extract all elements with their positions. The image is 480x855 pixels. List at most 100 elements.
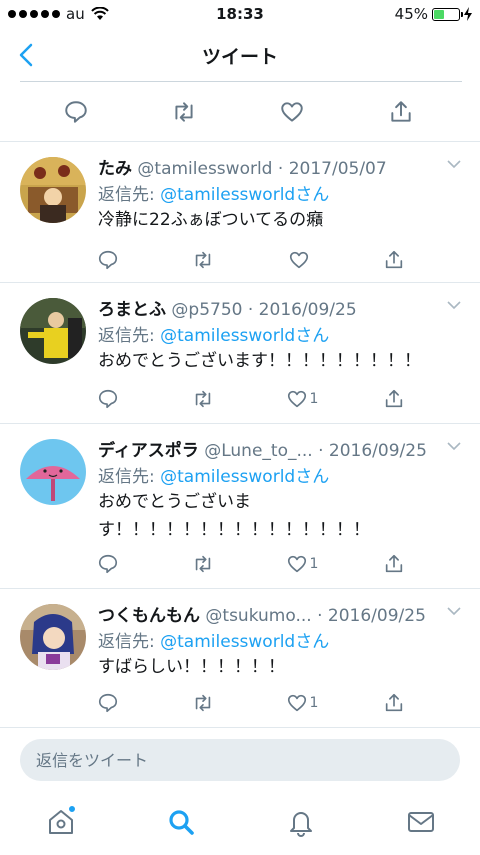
share-icon xyxy=(385,250,403,269)
battery-percent: 45% xyxy=(394,5,428,23)
main-tweet-actions xyxy=(0,82,480,142)
share-button[interactable] xyxy=(374,548,414,580)
status-bar: au 18:33 45% xyxy=(0,0,480,28)
like-button[interactable]: 1 xyxy=(282,383,322,415)
share-icon xyxy=(385,693,403,712)
heart-icon xyxy=(287,694,306,712)
reply-tweet[interactable]: ディアスポラ @Lune_to_... · 2016/09/25 返信先: @t… xyxy=(0,424,480,589)
share-icon xyxy=(391,101,411,122)
tweet-text: おめでとうございます！！！！！！！！！ xyxy=(98,351,421,371)
chevron-down-icon[interactable] xyxy=(446,299,462,311)
reply-composer xyxy=(20,739,460,781)
reply-tweet[interactable]: つくもんもん @tsukumo... · 2016/09/25 返信先: @ta… xyxy=(0,589,480,728)
retweet-icon xyxy=(195,555,211,573)
reply-to-link[interactable]: @tamilessworldさん xyxy=(160,185,329,205)
share-button[interactable] xyxy=(374,383,414,415)
reply-button[interactable] xyxy=(88,244,128,276)
comment-icon xyxy=(98,554,118,574)
reply-tweet[interactable]: ろまとふ @p5750 · 2016/09/25 返信先: @tamilessw… xyxy=(0,283,480,424)
nav-header: ツイート xyxy=(0,28,480,82)
tab-notifications[interactable] xyxy=(284,805,318,839)
reply-to-link[interactable]: @tamilessworldさん xyxy=(160,467,329,487)
tweet-text: すばらしい！！！！！！ xyxy=(98,657,285,677)
reply-tweet[interactable]: たみ @tamilessworld · 2017/05/07 返信先: @tam… xyxy=(0,142,480,283)
timestamp: · 2016/09/25 xyxy=(247,300,357,320)
like-count: 1 xyxy=(309,391,319,407)
avatar[interactable] xyxy=(20,298,86,364)
timestamp: · 2016/09/25 xyxy=(317,606,426,626)
share-icon xyxy=(385,389,403,408)
retweet-button[interactable] xyxy=(183,548,223,580)
reply-input[interactable] xyxy=(20,739,460,781)
display-name[interactable]: つくもんもん xyxy=(98,606,200,626)
tweet-actions: 1 xyxy=(0,548,480,582)
comment-icon xyxy=(98,693,118,713)
reply-to-line: 返信先: @tamilessworldさん xyxy=(98,180,329,205)
tab-search[interactable] xyxy=(164,805,198,839)
retweet-button[interactable] xyxy=(168,96,200,128)
bell-icon xyxy=(290,812,312,837)
retweet-icon xyxy=(195,251,211,269)
reply-button[interactable] xyxy=(60,96,92,128)
tweet-actions xyxy=(0,244,480,278)
tweet-text: 冷静に22ふぁぼついてるの癪 xyxy=(98,210,324,230)
retweet-button[interactable] xyxy=(183,383,223,415)
tweet-header: つくもんもん @tsukumo... · 2016/09/25 xyxy=(98,601,426,626)
status-right: 45% xyxy=(395,5,472,23)
like-button[interactable] xyxy=(276,96,308,128)
tab-bar xyxy=(0,795,480,855)
retweet-icon xyxy=(195,694,211,712)
charging-icon xyxy=(464,7,472,21)
like-button[interactable] xyxy=(280,244,320,276)
heart-icon xyxy=(287,390,306,408)
like-button[interactable]: 1 xyxy=(282,687,322,719)
username[interactable]: @tsukumo... xyxy=(205,606,311,626)
share-button[interactable] xyxy=(385,96,417,128)
reply-to-link[interactable]: @tamilessworldさん xyxy=(160,326,329,346)
comment-icon xyxy=(98,250,118,270)
reply-button[interactable] xyxy=(88,687,128,719)
like-count: 1 xyxy=(309,556,319,572)
chevron-down-icon[interactable] xyxy=(446,158,462,170)
tweet-actions: 1 xyxy=(0,383,480,417)
share-button[interactable] xyxy=(374,244,414,276)
reply-button[interactable] xyxy=(88,383,128,415)
reply-to-prefix: 返信先: xyxy=(98,467,161,487)
chevron-down-icon[interactable] xyxy=(446,605,462,617)
avatar[interactable] xyxy=(20,439,86,505)
username[interactable]: @tamilessworld xyxy=(137,159,272,179)
page-title: ツイート xyxy=(201,46,278,68)
share-button[interactable] xyxy=(374,687,414,719)
like-count: 1 xyxy=(309,695,319,711)
display-name[interactable]: ディアスポラ xyxy=(98,441,199,461)
display-name[interactable]: ろまとふ xyxy=(98,300,166,320)
display-name[interactable]: たみ xyxy=(98,159,132,179)
avatar[interactable] xyxy=(20,604,86,670)
tweet-header: たみ @tamilessworld · 2017/05/07 xyxy=(98,154,387,179)
tweet-text: おめでとうございま す！！！！！！！！！！！！！！！ xyxy=(98,492,370,540)
reply-to-prefix: 返信先: xyxy=(98,185,161,205)
chevron-down-icon[interactable] xyxy=(446,440,462,452)
reply-button[interactable] xyxy=(88,548,128,580)
comment-icon xyxy=(65,101,87,123)
heart-icon xyxy=(289,251,309,269)
timestamp: · 2017/05/07 xyxy=(277,159,387,179)
like-button[interactable]: 1 xyxy=(282,548,322,580)
username[interactable]: @p5750 xyxy=(171,300,242,320)
reply-to-prefix: 返信先: xyxy=(98,632,161,652)
tab-messages[interactable] xyxy=(404,805,438,839)
battery-icon xyxy=(432,7,463,21)
retweet-button[interactable] xyxy=(183,244,223,276)
retweet-icon xyxy=(195,390,211,408)
reply-to-prefix: 返信先: xyxy=(98,326,161,346)
comment-icon xyxy=(98,389,118,409)
mail-icon xyxy=(408,812,434,832)
search-icon xyxy=(169,810,194,835)
avatar[interactable] xyxy=(20,157,86,223)
reply-to-link[interactable]: @tamilessworldさん xyxy=(160,632,329,652)
username[interactable]: @Lune_to_... xyxy=(204,441,312,461)
reply-to-line: 返信先: @tamilessworldさん xyxy=(98,627,329,652)
tab-home[interactable] xyxy=(44,805,78,839)
heart-icon xyxy=(287,555,306,573)
retweet-button[interactable] xyxy=(183,687,223,719)
